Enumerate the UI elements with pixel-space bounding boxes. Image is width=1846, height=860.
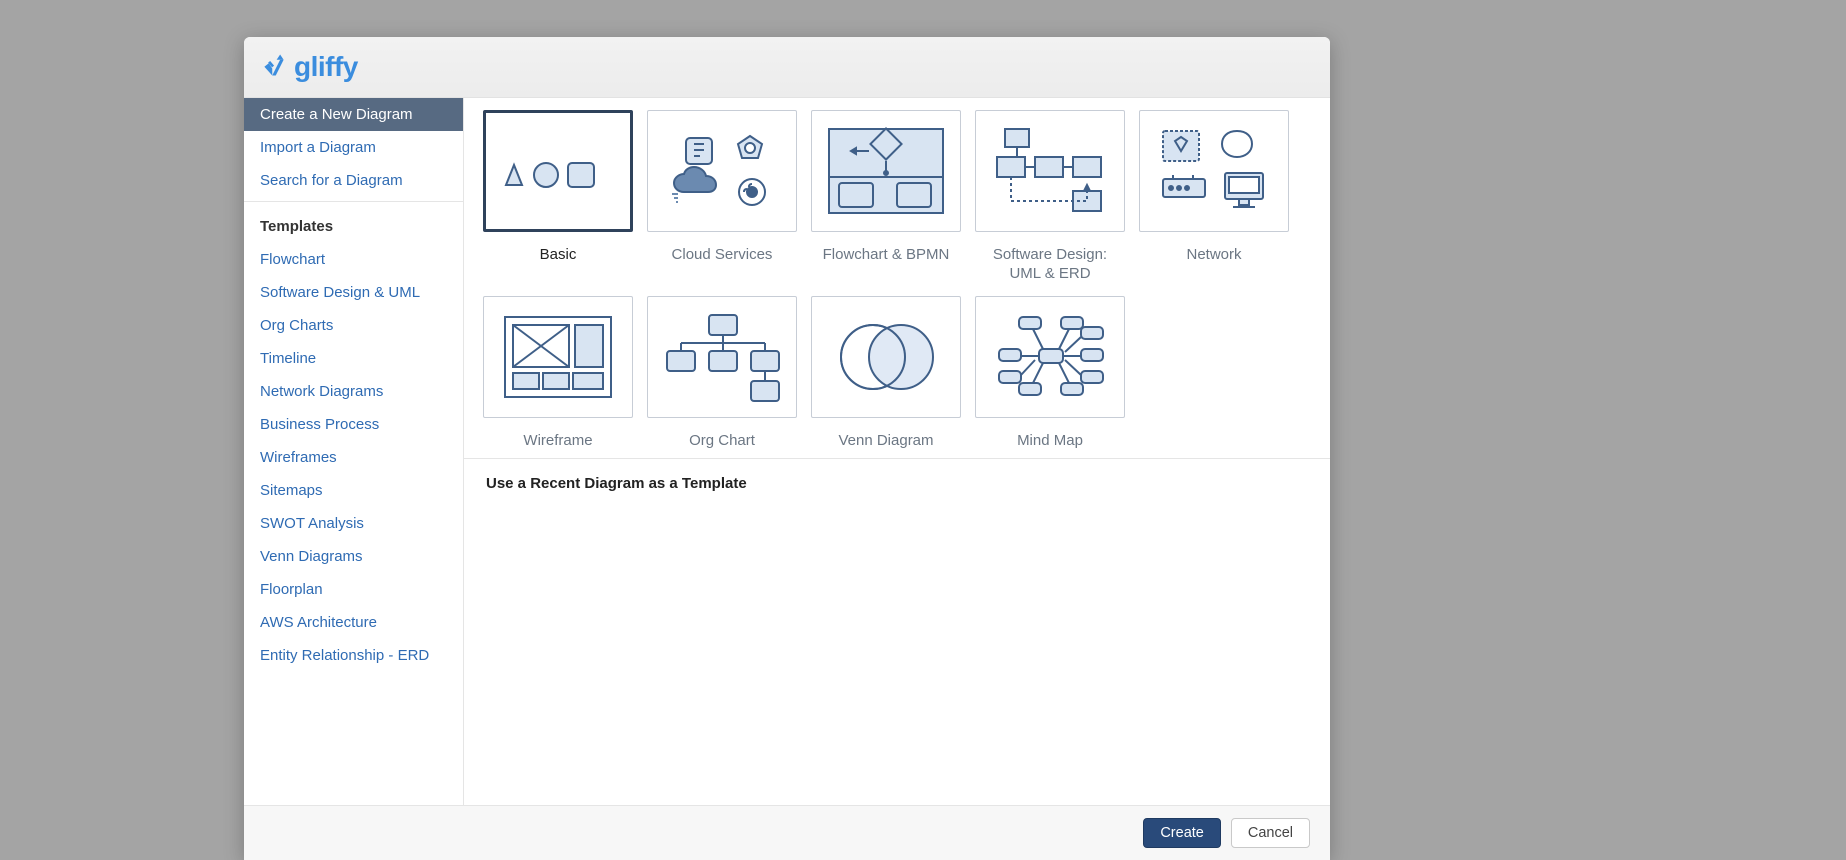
create-button[interactable]: Create <box>1143 818 1221 848</box>
template-label: Org Chart <box>689 432 755 451</box>
template-icon-uml <box>975 110 1125 232</box>
template-label: Cloud Services <box>672 246 773 265</box>
dialog-header: gliffy <box>244 37 1330 98</box>
sidebar-template-erd[interactable]: Entity Relationship - ERD <box>244 639 463 672</box>
template-label: Venn Diagram <box>838 432 933 451</box>
sidebar-primary-import[interactable]: Import a Diagram <box>244 131 463 164</box>
sidebar-primary-create[interactable]: Create a New Diagram <box>244 98 463 131</box>
sidebar: Create a New Diagram Import a Diagram Se… <box>244 98 464 805</box>
template-tile-cloud-services[interactable]: Cloud Services <box>646 110 798 284</box>
template-label: Flowchart & BPMN <box>823 246 950 265</box>
template-label: Wireframe <box>523 432 592 451</box>
sidebar-template-aws[interactable]: AWS Architecture <box>244 606 463 639</box>
template-icon-cloud <box>647 110 797 232</box>
template-icon-basic <box>483 110 633 232</box>
sidebar-primary-nav: Create a New Diagram Import a Diagram Se… <box>244 98 463 202</box>
template-label: Software Design: UML & ERD <box>975 246 1125 284</box>
template-tile-wireframe[interactable]: Wireframe <box>482 296 634 451</box>
recent-heading: Use a Recent Diagram as a Template <box>486 475 1308 492</box>
sidebar-template-sitemaps[interactable]: Sitemaps <box>244 474 463 507</box>
sidebar-template-wireframes[interactable]: Wireframes <box>244 441 463 474</box>
sidebar-template-floorplan[interactable]: Floorplan <box>244 573 463 606</box>
template-icon-orgchart <box>647 296 797 418</box>
template-label: Basic <box>540 246 577 265</box>
dialog-body: Create a New Diagram Import a Diagram Se… <box>244 98 1330 805</box>
template-tile-network[interactable]: Network <box>1138 110 1290 284</box>
sidebar-template-business-process[interactable]: Business Process <box>244 408 463 441</box>
recent-section: Use a Recent Diagram as a Template <box>464 458 1330 508</box>
sidebar-template-flowchart[interactable]: Flowchart <box>244 243 463 276</box>
main-panel: Basic <box>464 98 1330 805</box>
gliffy-logo-icon <box>260 51 288 84</box>
template-label: Network <box>1186 246 1241 265</box>
template-icon-venn <box>811 296 961 418</box>
brand-logo: gliffy <box>260 51 358 84</box>
sidebar-template-network-diagrams[interactable]: Network Diagrams <box>244 375 463 408</box>
sidebar-template-swot[interactable]: SWOT Analysis <box>244 507 463 540</box>
sidebar-primary-search[interactable]: Search for a Diagram <box>244 164 463 197</box>
template-tile-flowchart-bpmn[interactable]: Flowchart & BPMN <box>810 110 962 284</box>
brand-name: gliffy <box>294 51 358 83</box>
sidebar-templates-heading: Templates <box>244 202 463 243</box>
template-icon-network <box>1139 110 1289 232</box>
sidebar-template-org-charts[interactable]: Org Charts <box>244 309 463 342</box>
template-icon-flowchart <box>811 110 961 232</box>
template-label: Mind Map <box>1017 432 1083 451</box>
sidebar-template-software-design-uml[interactable]: Software Design & UML <box>244 276 463 309</box>
template-tile-venn[interactable]: Venn Diagram <box>810 296 962 451</box>
sidebar-template-timeline[interactable]: Timeline <box>244 342 463 375</box>
template-icon-mindmap <box>975 296 1125 418</box>
template-tile-org-chart[interactable]: Org Chart <box>646 296 798 451</box>
template-grid: Basic <box>464 98 1330 458</box>
new-diagram-dialog: gliffy Create a New Diagram Import a Dia… <box>244 37 1330 860</box>
dialog-footer: Create Cancel <box>244 805 1330 860</box>
template-tile-uml-erd[interactable]: Software Design: UML & ERD <box>974 110 1126 284</box>
template-tile-basic[interactable]: Basic <box>482 110 634 284</box>
template-tile-mind-map[interactable]: Mind Map <box>974 296 1126 451</box>
sidebar-template-venn[interactable]: Venn Diagrams <box>244 540 463 573</box>
cancel-button[interactable]: Cancel <box>1231 818 1310 848</box>
template-icon-wireframe <box>483 296 633 418</box>
